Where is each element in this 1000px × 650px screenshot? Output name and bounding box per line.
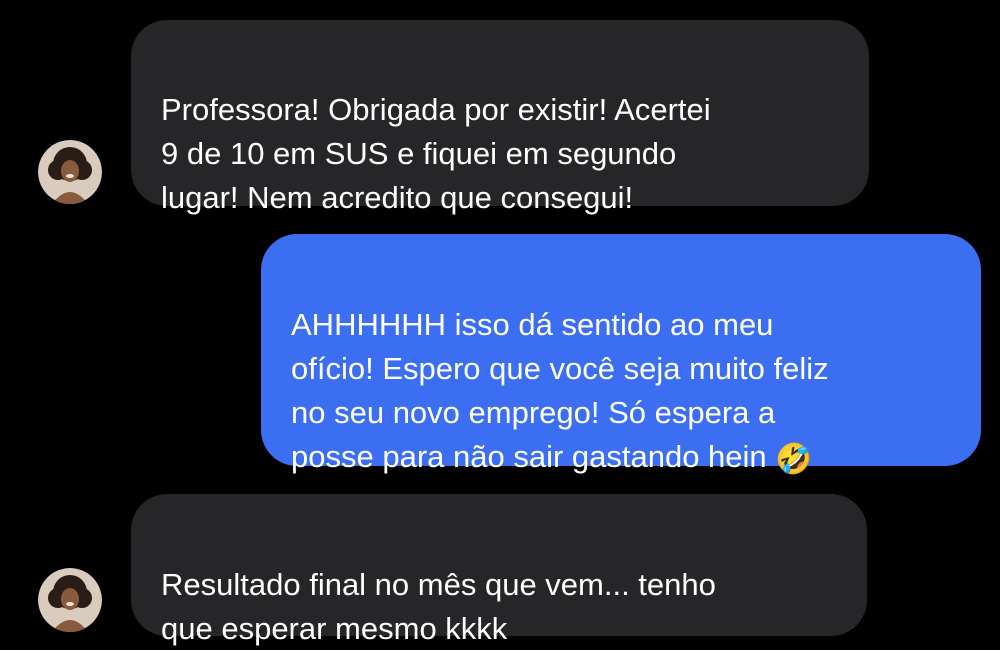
message-bubble-incoming[interactable]: Professora! Obrigada por existir! Acerte… [131,20,869,215]
message-text: AHHHHHH isso dá sentido ao meu ofício! E… [291,307,829,474]
message-bubble-incoming[interactable]: Resultado final no mês que vem... tenho … [131,494,867,646]
contact-avatar-icon [38,140,102,204]
contact-avatar[interactable] [38,140,102,204]
message-bubble-outgoing[interactable]: AHHHHHH isso dá sentido ao meu ofício! E… [261,234,981,475]
chat-thread: Professora! Obrigada por existir! Acerte… [0,0,1000,650]
laughing-emoji-icon: 🤣 [775,442,813,477]
contact-avatar-icon [38,568,102,632]
message-text: Professora! Obrigada por existir! Acerte… [161,92,711,215]
contact-avatar[interactable] [38,568,102,632]
message-text: Resultado final no mês que vem... tenho … [161,567,716,646]
